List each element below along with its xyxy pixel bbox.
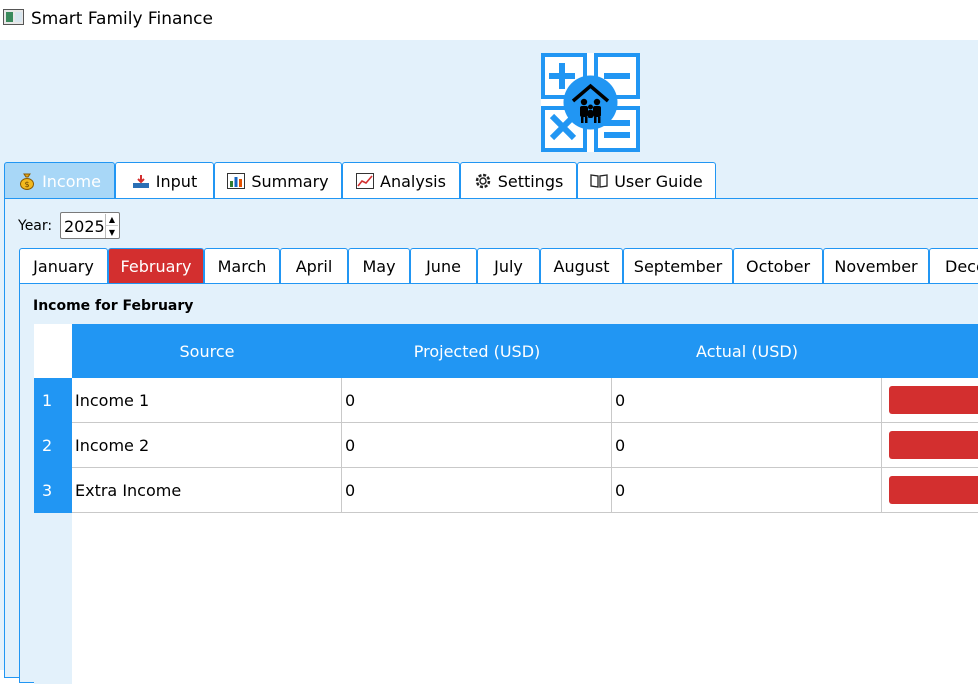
app-window: $ Income Input Summary Analysis Settings… bbox=[0, 40, 978, 684]
table-row: Income 2 0 0 bbox=[72, 423, 978, 468]
cell-source[interactable]: Income 2 bbox=[72, 423, 342, 468]
table-row: Income 1 0 0 bbox=[72, 378, 978, 423]
title-bar: Smart Family Finance bbox=[0, 0, 978, 40]
tab-month-may[interactable]: May bbox=[348, 248, 410, 284]
cell-actual[interactable]: 0 bbox=[612, 423, 882, 468]
year-label: Year: bbox=[18, 218, 53, 234]
input-tray-icon bbox=[132, 172, 150, 190]
cell-action bbox=[882, 378, 978, 423]
month-panel: Income for February Source Projected (US… bbox=[19, 283, 978, 684]
tab-summary[interactable]: Summary bbox=[214, 162, 342, 199]
tab-month-april[interactable]: April bbox=[280, 248, 348, 284]
income-panel: Year: 2025 ▲ ▼ January February March Ap… bbox=[4, 198, 978, 684]
cell-source[interactable]: Extra Income bbox=[72, 468, 342, 513]
delete-row-button[interactable] bbox=[889, 386, 978, 414]
spin-down-icon[interactable]: ▼ bbox=[105, 226, 118, 238]
tab-month-july[interactable]: July bbox=[477, 248, 540, 284]
gear-icon bbox=[474, 172, 492, 190]
tab-analysis-label: Analysis bbox=[380, 171, 446, 191]
year-spinbox[interactable]: 2025 ▲ ▼ bbox=[60, 212, 120, 239]
income-table: Source Projected (USD) Actual (USD) 1 In… bbox=[34, 324, 978, 684]
table-row: Extra Income 0 0 bbox=[72, 468, 978, 513]
bar-chart-icon bbox=[227, 172, 246, 190]
tab-user-guide[interactable]: User Guide bbox=[577, 162, 716, 199]
tab-month-february[interactable]: February bbox=[108, 248, 204, 284]
income-section-title: Income for February bbox=[33, 298, 194, 314]
tab-input[interactable]: Input bbox=[115, 162, 214, 199]
column-header-actual[interactable]: Actual (USD) bbox=[612, 324, 882, 378]
cell-source[interactable]: Income 1 bbox=[72, 378, 342, 423]
year-value: 2025 bbox=[64, 217, 105, 236]
spin-up-icon[interactable]: ▲ bbox=[105, 214, 118, 226]
cell-projected[interactable]: 0 bbox=[342, 378, 612, 423]
tab-summary-label: Summary bbox=[251, 171, 329, 191]
tab-month-december[interactable]: Dece bbox=[929, 248, 978, 284]
tab-month-october[interactable]: October bbox=[733, 248, 823, 284]
row-header[interactable]: 1 bbox=[34, 378, 72, 423]
money-bag-icon: $ bbox=[18, 172, 36, 190]
window-title: Smart Family Finance bbox=[31, 9, 213, 29]
tab-settings-label: Settings bbox=[497, 171, 564, 191]
delete-row-button[interactable] bbox=[889, 476, 978, 504]
cell-projected[interactable]: 0 bbox=[342, 423, 612, 468]
cell-action bbox=[882, 423, 978, 468]
table-header: Source Projected (USD) Actual (USD) bbox=[72, 324, 978, 378]
delete-row-button[interactable] bbox=[889, 431, 978, 459]
tab-month-september[interactable]: September bbox=[623, 248, 733, 284]
tab-month-november[interactable]: November bbox=[823, 248, 929, 284]
tab-user-guide-label: User Guide bbox=[614, 171, 703, 191]
cell-action bbox=[882, 468, 978, 513]
column-header-projected[interactable]: Projected (USD) bbox=[342, 324, 612, 378]
cell-actual[interactable]: 0 bbox=[612, 468, 882, 513]
line-chart-icon bbox=[356, 172, 375, 190]
app-icon bbox=[3, 9, 24, 25]
tab-settings[interactable]: Settings bbox=[460, 162, 577, 199]
tab-month-january[interactable]: January bbox=[19, 248, 108, 284]
tab-analysis[interactable]: Analysis bbox=[342, 162, 460, 199]
tab-income[interactable]: $ Income bbox=[4, 162, 115, 199]
column-header-source[interactable]: Source bbox=[72, 324, 342, 378]
tab-month-march[interactable]: March bbox=[204, 248, 280, 284]
table-corner[interactable] bbox=[34, 324, 72, 378]
family-finance-logo bbox=[541, 53, 640, 152]
tab-month-august[interactable]: August bbox=[540, 248, 623, 284]
row-header[interactable]: 2 bbox=[34, 423, 72, 468]
tab-month-june[interactable]: June bbox=[410, 248, 477, 284]
cell-actual[interactable]: 0 bbox=[612, 378, 882, 423]
row-header[interactable]: 3 bbox=[34, 468, 72, 513]
book-icon bbox=[590, 172, 608, 190]
svg-text:$: $ bbox=[25, 180, 30, 189]
tab-income-label: Income bbox=[42, 171, 101, 191]
cell-projected[interactable]: 0 bbox=[342, 468, 612, 513]
tab-input-label: Input bbox=[155, 171, 198, 191]
